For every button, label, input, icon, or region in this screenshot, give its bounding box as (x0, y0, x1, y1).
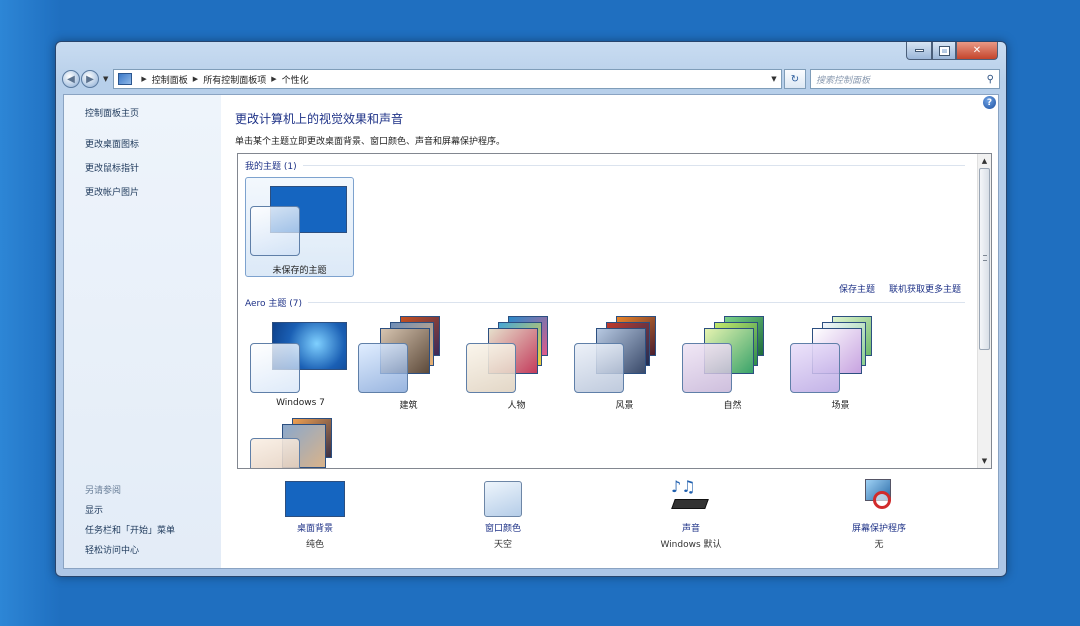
theme-label: 人物 (507, 401, 526, 411)
tray-item-label: 窗口颜色 (484, 524, 521, 534)
theme-characters[interactable]: 人物 (462, 314, 571, 414)
tray-item-label: 桌面背景 (296, 524, 333, 534)
forward-arrow-icon: ▶ (86, 73, 94, 85)
content-area: 控制面板主页 更改桌面图标 更改鼠标指针 更改帐户图片 另请参阅 显示 任务栏和… (63, 94, 999, 569)
address-bar[interactable]: ▶ 控制面板 ▶ 所有控制面板项 ▶ 个性化 ▼ (113, 69, 782, 89)
page-subtitle: 单击某个主题立即更改桌面背景、窗口颜色、声音和屏幕保护程序。 (235, 137, 506, 147)
sidebar-link-account-picture[interactable]: 更改帐户图片 (85, 185, 139, 198)
see-also-display[interactable]: 显示 (85, 503, 175, 516)
search-placeholder: 搜索控制面板 (816, 75, 871, 86)
page-title: 更改计算机上的视觉效果和声音 (235, 112, 404, 126)
desktop-background-icon (285, 481, 345, 517)
screensaver-setting[interactable]: 屏幕保护程序 无 (799, 475, 959, 550)
sound-icon: ♪♫ (669, 475, 713, 517)
theme-nature[interactable]: 自然 (678, 314, 787, 414)
save-theme-link[interactable]: 保存主题 (839, 282, 875, 295)
maximize-button[interactable] (932, 42, 956, 60)
close-icon: ✕ (972, 45, 982, 56)
close-button[interactable]: ✕ (956, 42, 998, 60)
chevron-right-icon[interactable]: ▶ (193, 75, 198, 83)
settings-tray: 桌面背景 纯色 窗口颜色 天空 ♪♫ 声音 Windows 默认 屏幕保护程序 … (221, 475, 998, 570)
refresh-button[interactable]: ↻ (784, 69, 806, 89)
theme-landscapes[interactable]: 风景 (570, 314, 679, 414)
search-icon[interactable]: ⚲ (987, 74, 994, 85)
theme-label: 未保存的主题 (272, 266, 327, 276)
chevron-right-icon[interactable]: ▶ (271, 75, 276, 83)
maximize-icon (938, 45, 950, 56)
theme-architecture[interactable]: 建筑 (354, 314, 463, 414)
see-also-header: 另请参阅 (85, 486, 122, 496)
personalization-window: ✕ ◀ ▶ ▼ ▶ 控制面板 ▶ 所有控制面板项 ▶ 个性化 ▼ ↻ 搜索控制面… (55, 41, 1007, 577)
address-dropdown-icon[interactable]: ▼ (767, 75, 781, 83)
theme-scenes[interactable]: 场景 (786, 314, 895, 414)
desktop-background-setting[interactable]: 桌面背景 纯色 (235, 475, 395, 550)
caption-buttons: ✕ (906, 42, 998, 60)
window-color-setting[interactable]: 窗口颜色 天空 (423, 475, 583, 550)
sidebar: 控制面板主页 更改桌面图标 更改鼠标指针 更改帐户图片 另请参阅 显示 任务栏和… (64, 95, 221, 568)
desktop-background (0, 0, 60, 626)
theme-preview-window (250, 206, 300, 256)
minimize-icon (914, 49, 924, 52)
theme-gallery: 我的主题 (1) 未保存的主题 保存主题 联机获取更多主题 Aero 主题 (7… (237, 153, 992, 469)
my-themes-label: 我的主题 (1) (245, 162, 297, 172)
control-panel-icon (118, 73, 133, 85)
theme-label: 场景 (831, 401, 850, 411)
chevron-right-icon[interactable]: ▶ (141, 75, 146, 83)
theme-preview-window (574, 343, 624, 393)
tray-item-value: 天空 (493, 540, 512, 550)
forward-button[interactable]: ▶ (81, 70, 99, 88)
help-icon[interactable]: ? (983, 96, 996, 109)
theme-label: 风景 (615, 401, 634, 411)
theme-preview-window (250, 438, 300, 468)
aero-themes-header: Aero 主题 (7) (245, 296, 965, 309)
theme-label: 自然 (723, 401, 742, 411)
see-also-taskbar-start-menu[interactable]: 任务栏和「开始」菜单 (85, 523, 175, 536)
search-input[interactable]: 搜索控制面板 ⚲ (810, 69, 1000, 89)
see-also-ease-of-access[interactable]: 轻松访问中心 (85, 543, 175, 556)
breadcrumb-personalization[interactable]: 个性化 (282, 73, 309, 86)
scrollbar-thumb[interactable] (979, 168, 990, 350)
breadcrumb-all-items[interactable]: 所有控制面板项 (203, 73, 266, 86)
sidebar-link-mouse-pointers[interactable]: 更改鼠标指针 (85, 161, 139, 174)
scroll-up-icon[interactable]: ▲ (978, 154, 991, 168)
theme-unsaved[interactable]: 未保存的主题 (245, 177, 354, 277)
minimize-button[interactable] (906, 42, 932, 60)
theme-partial[interactable] (246, 418, 355, 468)
gallery-scrollbar[interactable]: ▲ ▼ (977, 154, 991, 468)
tray-item-value: 无 (874, 540, 884, 550)
back-arrow-icon: ◀ (67, 73, 75, 85)
scroll-down-icon[interactable]: ▼ (978, 454, 991, 468)
get-more-themes-link[interactable]: 联机获取更多主题 (889, 282, 961, 295)
sound-setting[interactable]: ♪♫ 声音 Windows 默认 (611, 475, 771, 550)
refresh-icon: ↻ (790, 73, 800, 85)
theme-preview-window (250, 343, 300, 393)
tray-item-label: 屏幕保护程序 (851, 524, 906, 534)
window-color-icon (484, 481, 522, 517)
theme-windows-7[interactable]: Windows 7 (246, 314, 355, 414)
main-panel: ? 更改计算机上的视觉效果和声音 单击某个主题立即更改桌面背景、窗口颜色、声音和… (221, 95, 998, 568)
tray-item-value: Windows 默认 (660, 540, 722, 550)
theme-preview-window (790, 343, 840, 393)
theme-preview-window (466, 343, 516, 393)
theme-label: 建筑 (399, 401, 418, 411)
breadcrumb-control-panel[interactable]: 控制面板 (152, 73, 188, 86)
my-themes-header: 我的主题 (1) (245, 159, 965, 172)
aero-themes-label: Aero 主题 (7) (245, 299, 303, 309)
theme-preview-window (358, 343, 408, 393)
recent-pages-dropdown[interactable]: ▼ (103, 75, 108, 83)
theme-links: 保存主题 联机获取更多主题 (839, 282, 961, 295)
theme-label: Windows 7 (276, 398, 325, 408)
sidebar-link-desktop-icons[interactable]: 更改桌面图标 (85, 137, 139, 150)
navigation-bar: ◀ ▶ ▼ ▶ 控制面板 ▶ 所有控制面板项 ▶ 个性化 ▼ ↻ 搜索控制面板 … (62, 68, 1000, 90)
tray-item-label: 声音 (681, 524, 700, 534)
screensaver-icon (859, 475, 899, 517)
back-button[interactable]: ◀ (62, 70, 80, 88)
theme-preview-window (682, 343, 732, 393)
sidebar-home-link[interactable]: 控制面板主页 (85, 106, 139, 119)
tray-item-value: 纯色 (305, 540, 324, 550)
